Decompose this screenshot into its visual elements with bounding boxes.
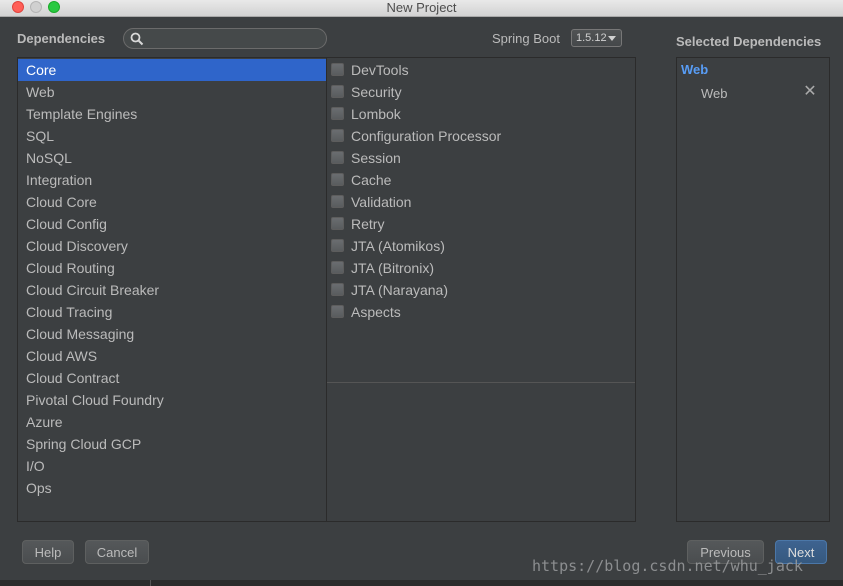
dependency-checkbox[interactable]	[331, 129, 344, 142]
category-list: Core Web Template Engines SQL NoSQL Integrati…	[17, 57, 327, 522]
watermark-text: https://blog.csdn.net/whu_jack	[532, 557, 803, 575]
dependency-checkbox[interactable]	[331, 261, 344, 274]
category-item[interactable]: Cloud Config	[18, 213, 326, 235]
search-icon	[130, 32, 144, 46]
spring-boot-label: Spring Boot	[492, 31, 560, 46]
selected-item-web: Web	[701, 86, 728, 101]
category-item[interactable]: Cloud Circuit Breaker	[18, 279, 326, 301]
selected-group-web: Web	[681, 62, 709, 77]
category-item[interactable]: Cloud Core	[18, 191, 326, 213]
bottom-strip-divider	[150, 580, 151, 586]
window-title: New Project	[386, 0, 457, 15]
chevron-down-icon	[608, 36, 616, 41]
cancel-button[interactable]: Cancel	[85, 540, 149, 564]
category-item[interactable]: Cloud Tracing	[18, 301, 326, 323]
category-item[interactable]: Pivotal Cloud Foundry	[18, 389, 326, 411]
category-item[interactable]: Ops	[18, 477, 326, 499]
bottom-strip	[0, 580, 843, 586]
dependency-list: DevTools Security Lombok Configuration Proc…	[326, 57, 636, 522]
dependency-checkbox[interactable]	[331, 305, 344, 318]
selected-dependencies-label: Selected Dependencies	[676, 34, 822, 49]
category-item[interactable]: Integration	[18, 169, 326, 191]
dependency-checkbox[interactable]	[331, 195, 344, 208]
spring-boot-version-value: 1.5.12	[576, 32, 607, 44]
dependency-checkbox[interactable]	[331, 173, 344, 186]
dependency-checkbox[interactable]	[331, 85, 344, 98]
dependency-checkbox[interactable]	[331, 217, 344, 230]
dependency-list-divider	[327, 382, 635, 383]
search-field[interactable]	[123, 28, 327, 49]
dependency-label: Cache	[351, 172, 392, 188]
dependency-label: DevTools	[351, 62, 409, 78]
category-item[interactable]: Cloud AWS	[18, 345, 326, 367]
category-item[interactable]: Cloud Routing	[18, 257, 326, 279]
dependency-checkbox[interactable]	[331, 283, 344, 296]
category-item[interactable]: Azure	[18, 411, 326, 433]
dependency-label: JTA (Atomikos)	[351, 238, 445, 254]
category-item[interactable]: Cloud Discovery	[18, 235, 326, 257]
dependency-label: JTA (Bitronix)	[351, 260, 434, 276]
category-item[interactable]: Template Engines	[18, 103, 326, 125]
category-item[interactable]: I/O	[18, 455, 326, 477]
dependencies-label: Dependencies	[17, 31, 106, 46]
dependency-label: JTA (Narayana)	[351, 282, 448, 298]
dependency-label: Retry	[351, 216, 385, 232]
dependency-label: Aspects	[351, 304, 401, 320]
dependency-label: Validation	[351, 194, 412, 210]
category-item[interactable]: Cloud Contract	[18, 367, 326, 389]
search-input[interactable]	[148, 30, 322, 49]
dependency-checkbox[interactable]	[331, 63, 344, 76]
help-button[interactable]: Help	[22, 540, 74, 564]
dependency-checkbox[interactable]	[331, 239, 344, 252]
remove-icon[interactable]: ✕	[803, 84, 817, 100]
dependency-checkbox[interactable]	[331, 107, 344, 120]
category-item[interactable]: Web	[18, 81, 326, 103]
category-item[interactable]: Cloud Messaging	[18, 323, 326, 345]
category-item[interactable]: Spring Cloud GCP	[18, 433, 326, 455]
dependency-label: Lombok	[351, 106, 401, 122]
spring-boot-version-select[interactable]: 1.5.12	[571, 29, 622, 47]
dependency-label: Session	[351, 150, 401, 166]
title-bar: New Project	[0, 0, 843, 17]
category-item[interactable]: SQL	[18, 125, 326, 147]
category-item[interactable]: NoSQL	[18, 147, 326, 169]
dependency-checkbox[interactable]	[331, 151, 344, 164]
dependency-label: Security	[351, 84, 402, 100]
category-item[interactable]: Core	[18, 59, 326, 81]
selected-dependencies-panel: Web Web ✕	[676, 57, 830, 522]
dependency-label: Configuration Processor	[351, 128, 502, 144]
